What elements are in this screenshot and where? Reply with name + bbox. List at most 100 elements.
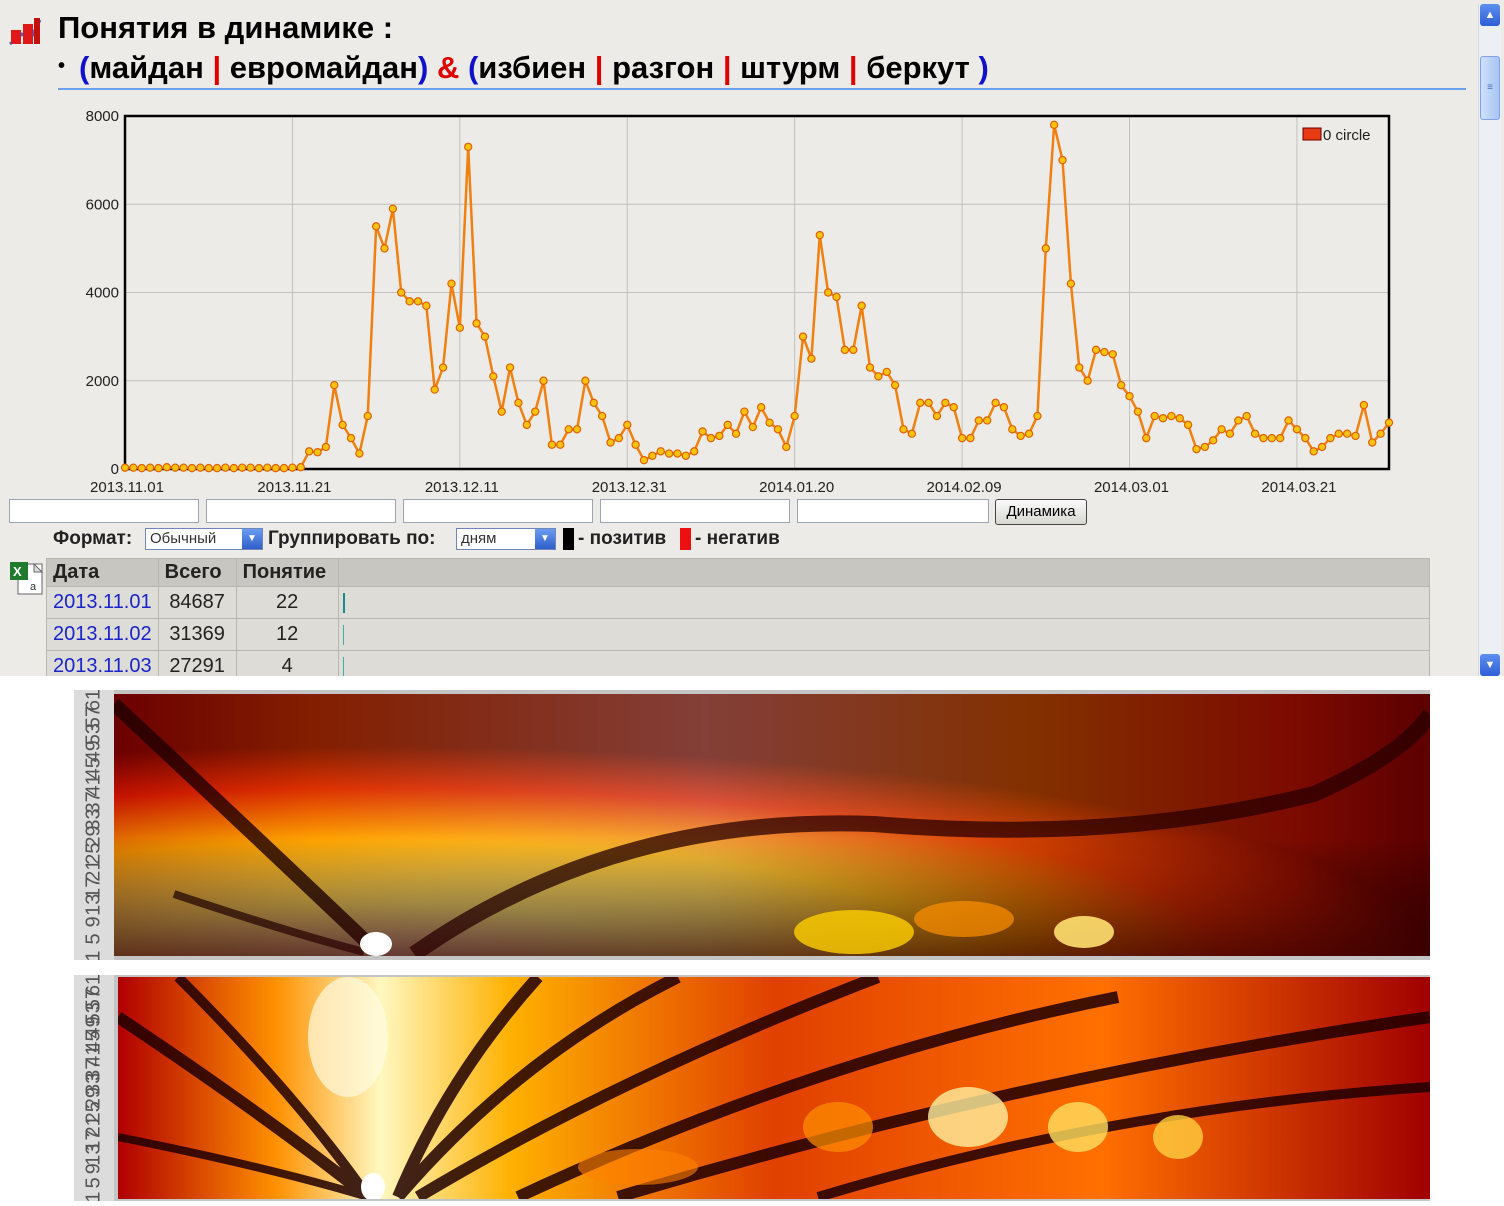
x-tick-label: 2014.01.20 xyxy=(759,479,834,496)
data-point xyxy=(597,411,607,421)
heatmap-image xyxy=(118,977,1430,1199)
scroll-thumb[interactable]: ≡ xyxy=(1480,56,1500,120)
date-filter-input[interactable] xyxy=(797,499,989,523)
data-point xyxy=(890,380,900,390)
data-point xyxy=(790,411,799,421)
data-point xyxy=(397,288,406,297)
positive-swatch xyxy=(563,528,574,550)
data-point xyxy=(539,376,548,385)
data-point xyxy=(346,433,356,443)
data-point xyxy=(505,363,515,372)
heatmap-y-tick-label: 5 xyxy=(82,933,104,944)
data-point xyxy=(1083,376,1092,385)
data-point xyxy=(1150,411,1159,421)
heatmap-y-ticks: 61575349454137332925211713951 xyxy=(82,974,104,1203)
legend-swatch xyxy=(1302,127,1322,141)
group-by-select[interactable]: дням ▼ xyxy=(456,528,556,550)
data-point xyxy=(681,451,691,460)
data-point xyxy=(196,463,205,472)
wavelet-heatmap-1: 61 57 53 49 45 41 37 33 29 25 21 17 13 9 5 1 xyxy=(74,689,1430,962)
date-link[interactable]: 2013.11.02 xyxy=(46,618,159,651)
positive-legend-label: - позитив xyxy=(578,528,667,549)
date-filter-input[interactable] xyxy=(206,499,396,523)
data-point xyxy=(1058,155,1067,165)
data-point xyxy=(321,442,331,452)
data-point xyxy=(263,463,272,472)
date-filter-input[interactable] xyxy=(403,499,593,523)
query-term: штурм xyxy=(740,50,841,85)
bar-cell xyxy=(337,586,1431,619)
x-tick-label: 2013.11.21 xyxy=(257,479,331,496)
data-point xyxy=(120,463,130,472)
data-point xyxy=(212,463,222,473)
data-point xyxy=(455,323,465,332)
date-link[interactable]: 2013.11.03 xyxy=(46,650,159,676)
date-link[interactable]: 2013.11.01 xyxy=(46,586,159,619)
page-title: Понятия в динамике : xyxy=(58,10,394,45)
scroll-up-icon[interactable]: ▲ xyxy=(1480,4,1500,26)
column-header[interactable]: Дата xyxy=(46,558,159,587)
heatmap-y-tick-label: 9 xyxy=(82,916,104,927)
data-point xyxy=(1066,279,1076,288)
data-point xyxy=(1259,433,1268,443)
x-tick-label: 2013.12.31 xyxy=(592,479,667,496)
data-point xyxy=(572,425,582,434)
data-point xyxy=(715,431,724,441)
column-header[interactable]: Всего xyxy=(157,558,237,587)
data-point xyxy=(731,429,741,438)
chevron-down-icon[interactable]: ▼ xyxy=(535,529,555,549)
data-point xyxy=(1183,420,1193,430)
data-point xyxy=(1049,120,1059,130)
data-point xyxy=(229,463,239,473)
data-point xyxy=(1033,411,1042,421)
y-tick-label: 6000 xyxy=(86,196,119,213)
data-point xyxy=(246,463,255,472)
paren-open: ( xyxy=(467,50,479,85)
heatmap-y-tick-label: 9 xyxy=(82,1163,104,1174)
date-filter-input[interactable] xyxy=(9,499,199,523)
data-point xyxy=(1267,433,1277,443)
data-point xyxy=(1342,429,1352,438)
app-logo-icon xyxy=(9,18,42,46)
data-point xyxy=(1175,414,1184,423)
x-tick-label: 2014.03.01 xyxy=(1094,479,1169,496)
heatmap-y-tick-label: 13 xyxy=(82,894,104,916)
chevron-down-icon[interactable]: ▼ xyxy=(242,529,262,549)
data-point xyxy=(1326,433,1335,443)
data-point xyxy=(288,463,297,472)
excel-export-icon[interactable]: X a xyxy=(8,560,46,596)
paren-close: ) xyxy=(978,50,989,85)
scroll-down-icon[interactable]: ▼ xyxy=(1480,654,1500,676)
data-point xyxy=(1200,442,1210,452)
data-point xyxy=(1016,431,1025,441)
data-point xyxy=(907,429,917,438)
vertical-scrollbar[interactable]: ▲ ≡ ▼ xyxy=(1478,4,1501,676)
group-by-value: дням xyxy=(461,530,497,547)
data-point xyxy=(530,407,540,416)
data-point xyxy=(1024,429,1034,438)
data-point xyxy=(405,297,414,306)
format-select[interactable]: Обычный ▼ xyxy=(145,528,263,550)
column-header[interactable]: Понятие xyxy=(235,558,339,587)
y-tick-label: 0 xyxy=(111,461,119,478)
data-point xyxy=(179,463,188,472)
data-point xyxy=(865,363,875,372)
query-term: беркут xyxy=(866,50,970,85)
data-point xyxy=(1125,391,1134,401)
dynamics-button[interactable]: Динамика xyxy=(995,499,1087,525)
table-header-row: Дата Всего Понятие xyxy=(46,558,1431,587)
data-point xyxy=(162,463,172,472)
data-point xyxy=(137,463,146,473)
ratio-bar xyxy=(342,593,345,613)
data-point xyxy=(1142,433,1151,443)
y-tick-label: 8000 xyxy=(86,108,119,125)
data-point xyxy=(916,398,925,408)
ratio-bar xyxy=(342,625,344,645)
data-point xyxy=(1384,418,1394,427)
bar-cell xyxy=(337,650,1431,676)
data-point xyxy=(237,463,247,472)
data-point xyxy=(1091,345,1101,355)
data-point xyxy=(807,354,816,363)
date-filter-input[interactable] xyxy=(600,499,790,523)
concept-cell: 22 xyxy=(235,586,339,619)
